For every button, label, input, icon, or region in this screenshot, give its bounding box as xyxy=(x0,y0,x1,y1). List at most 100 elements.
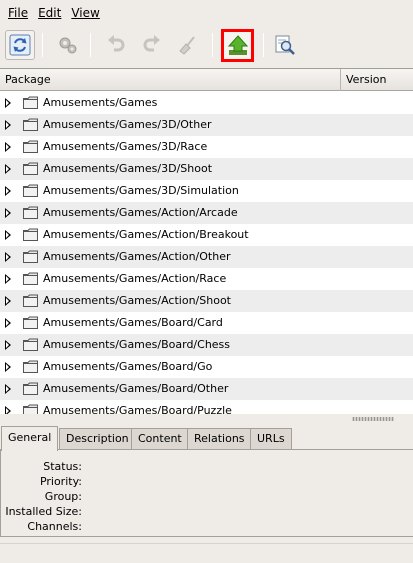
table-row[interactable]: Amusements/Games/Board/Card xyxy=(0,312,413,334)
table-row[interactable]: Amusements/Games/Action/Shoot xyxy=(0,290,413,312)
expander-arrow-icon[interactable] xyxy=(5,98,11,108)
general-panel: Status: Priority: Group: Installed Size:… xyxy=(0,449,413,537)
menu-view-label: View xyxy=(71,6,100,20)
expander-arrow-icon[interactable] xyxy=(5,164,11,174)
expander-arrow-icon[interactable] xyxy=(5,186,11,196)
menubar: File Edit View xyxy=(0,0,413,26)
package-group-name: Amusements/Games/Board/Go xyxy=(43,360,213,373)
undo-button[interactable] xyxy=(101,30,131,60)
package-group-name: Amusements/Games/3D/Simulation xyxy=(43,184,239,197)
toolbar xyxy=(0,27,413,65)
package-group-name: Amusements/Games/Action/Race xyxy=(43,272,227,285)
expander-arrow-icon[interactable] xyxy=(5,340,11,350)
table-row[interactable]: Amusements/Games/3D/Other xyxy=(0,114,413,136)
package-group-name: Amusements/Games/Board/Other xyxy=(43,382,229,395)
folder-icon xyxy=(23,250,38,263)
tab-relations[interactable]: Relations xyxy=(187,428,252,450)
tab-description[interactable]: Description xyxy=(59,428,136,450)
expander-arrow-icon[interactable] xyxy=(5,208,11,218)
splitter-grip[interactable] xyxy=(352,417,394,421)
menu-edit[interactable]: Edit xyxy=(33,0,66,26)
folder-icon xyxy=(23,382,38,395)
tab-content[interactable]: Content xyxy=(131,428,189,450)
preferences-button[interactable] xyxy=(53,30,83,60)
folder-icon xyxy=(23,338,38,351)
field-label-channels: Channels: xyxy=(27,520,82,533)
package-group-name: Amusements/Games/Action/Breakout xyxy=(43,228,249,241)
package-list[interactable]: Package Version Amusements/Games Amusemen… xyxy=(0,68,413,414)
menu-file[interactable]: File xyxy=(3,0,33,26)
list-header: Package Version xyxy=(0,69,413,91)
table-row[interactable]: Amusements/Games xyxy=(0,92,413,114)
package-group-name: Amusements/Games/Action/Other xyxy=(43,250,231,263)
toolbar-separator xyxy=(212,33,213,57)
folder-icon xyxy=(23,162,38,175)
redo-icon xyxy=(143,35,160,52)
folder-icon xyxy=(23,404,38,414)
broom-icon xyxy=(179,36,195,55)
package-group-name: Amusements/Games/Board/Chess xyxy=(43,338,231,351)
pane-splitter[interactable] xyxy=(0,414,413,424)
table-row[interactable]: Amusements/Games/Action/Breakout xyxy=(0,224,413,246)
expander-arrow-icon[interactable] xyxy=(5,296,11,306)
toolbar-separator xyxy=(90,33,91,57)
package-group-name: Amusements/Games/3D/Shoot xyxy=(43,162,213,175)
package-group-name: Amusements/Games/Action/Arcade xyxy=(43,206,238,219)
table-row[interactable]: Amusements/Games/3D/Race xyxy=(0,136,413,158)
refresh-button[interactable] xyxy=(5,30,35,60)
clear-button[interactable] xyxy=(173,30,203,60)
package-group-name: Amusements/Games/Board/Puzzle xyxy=(43,404,232,414)
folder-icon xyxy=(23,184,38,197)
folder-icon xyxy=(23,316,38,329)
expander-arrow-icon[interactable] xyxy=(5,362,11,372)
folder-icon xyxy=(23,206,38,219)
table-row[interactable]: Amusements/Games/Board/Puzzle xyxy=(0,400,413,414)
update-button[interactable] xyxy=(221,29,254,62)
status-bar xyxy=(0,543,413,563)
expander-arrow-icon[interactable] xyxy=(5,318,11,328)
expander-arrow-icon[interactable] xyxy=(5,230,11,240)
column-header-package[interactable]: Package xyxy=(0,69,341,91)
tab-urls[interactable]: URLs xyxy=(250,428,292,450)
refresh-icon xyxy=(9,34,31,56)
redo-button[interactable] xyxy=(137,30,167,60)
folder-icon xyxy=(23,272,38,285)
tab-general[interactable]: General xyxy=(1,426,59,451)
folder-icon xyxy=(23,118,38,131)
package-group-name: Amusements/Games/3D/Other xyxy=(43,118,212,131)
table-row[interactable]: Amusements/Games/Action/Other xyxy=(0,246,413,268)
gears-icon xyxy=(59,37,77,54)
toolbar-separator xyxy=(263,33,264,57)
table-row[interactable]: Amusements/Games/Board/Chess xyxy=(0,334,413,356)
search-icon xyxy=(275,35,295,55)
menu-file-label: File xyxy=(8,6,29,20)
expander-arrow-icon[interactable] xyxy=(5,120,11,130)
menu-view[interactable]: View xyxy=(66,0,104,26)
table-row[interactable]: Amusements/Games/Board/Other xyxy=(0,378,413,400)
expander-arrow-icon[interactable] xyxy=(5,274,11,284)
table-row[interactable]: Amusements/Games/Action/Race xyxy=(0,268,413,290)
column-header-version[interactable]: Version xyxy=(342,69,413,91)
table-row[interactable]: Amusements/Games/3D/Shoot xyxy=(0,158,413,180)
field-label-group: Group: xyxy=(44,490,82,503)
folder-icon xyxy=(23,228,38,241)
package-group-name: Amusements/Games/Action/Shoot xyxy=(43,294,231,307)
field-label-priority: Priority: xyxy=(39,475,82,488)
table-row[interactable]: Amusements/Games/3D/Simulation xyxy=(0,180,413,202)
expander-arrow-icon[interactable] xyxy=(5,142,11,152)
expander-arrow-icon[interactable] xyxy=(5,406,11,414)
details-tabs: General Description Content Relations UR… xyxy=(0,426,413,451)
table-row[interactable]: Amusements/Games/Action/Arcade xyxy=(0,202,413,224)
folder-icon xyxy=(23,294,38,307)
expander-arrow-icon[interactable] xyxy=(5,384,11,394)
expander-arrow-icon[interactable] xyxy=(5,252,11,262)
search-button[interactable] xyxy=(270,30,300,60)
package-group-name: Amusements/Games/3D/Race xyxy=(43,140,208,153)
table-row[interactable]: Amusements/Games/Board/Go xyxy=(0,356,413,378)
folder-icon xyxy=(23,96,38,109)
field-label-status: Status: xyxy=(43,460,82,473)
undo-icon xyxy=(108,35,125,52)
toolbar-separator xyxy=(42,33,43,57)
package-group-name: Amusements/Games xyxy=(43,96,158,109)
folder-icon xyxy=(23,140,38,153)
